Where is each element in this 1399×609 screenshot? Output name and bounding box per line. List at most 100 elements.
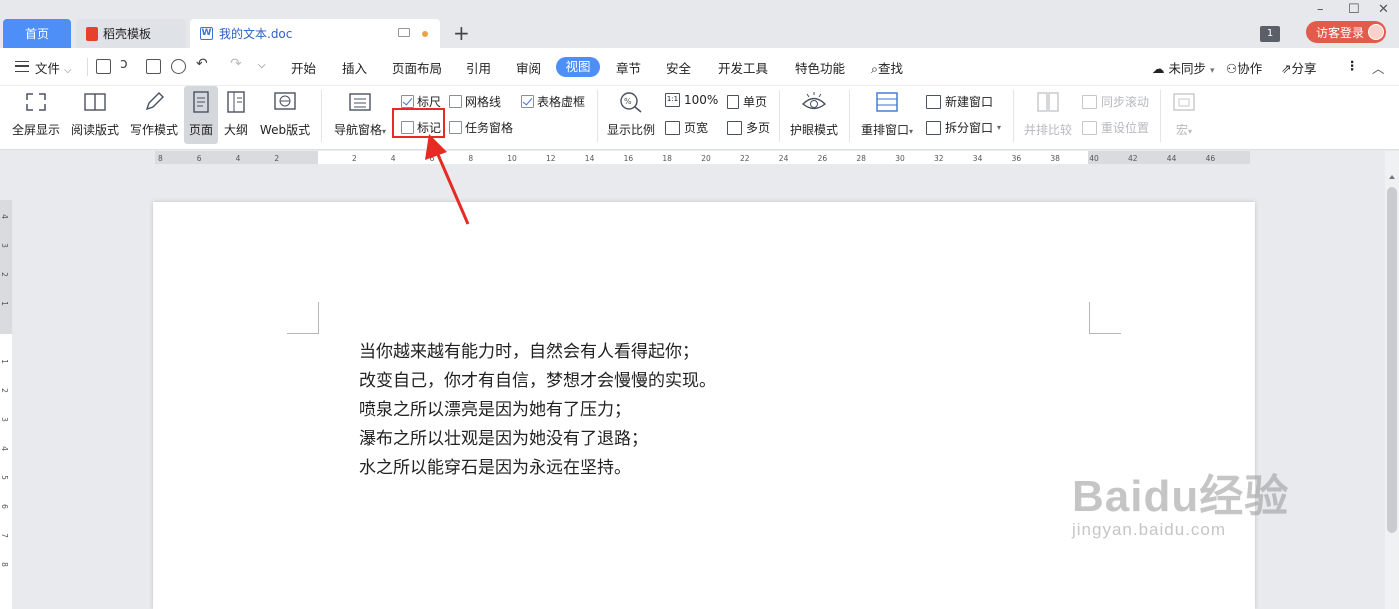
print-icon[interactable] [146,59,161,74]
menu-reference[interactable]: 引用 [466,58,491,77]
sync-status[interactable]: ☁ 未同步 ▾ [1152,58,1215,77]
nav-pane-text: 导航窗格 [333,123,382,137]
task-pane-checkbox[interactable]: 任务窗格 [449,119,513,136]
gridlines-checkbox[interactable]: 网格线 [449,93,501,110]
macro-icon [1172,91,1196,113]
writing-mode-button[interactable]: 写作模式 [128,86,180,144]
rearrange-windows-button[interactable]: 重排窗口▾ [857,86,917,144]
quick-access-dropdown-icon[interactable]: ⌵ [258,60,266,71]
zoom-100-button[interactable]: 1:1 100% [665,93,718,107]
collapse-ribbon-icon[interactable]: ︿ [1372,58,1385,77]
ruler-tick-label: 8 [0,562,9,567]
table-gridlines-check-box[interactable] [521,95,534,108]
menu-insert[interactable]: 插入 [342,58,367,77]
page-width-button[interactable]: 页宽 [665,119,708,136]
document-line[interactable]: 水之所以能穿石是因为永远在坚持。 [359,454,716,483]
monitor-icon[interactable] [398,28,410,37]
menu-review[interactable]: 审阅 [516,58,541,77]
ruler-tick-label: 3 [0,417,9,422]
save-icon[interactable] [96,59,111,74]
menu-security[interactable]: 安全 [666,58,691,77]
tab-daoke-templates[interactable]: 稻壳模板 [76,19,186,48]
maximize-button[interactable]: ☐ [1348,2,1360,17]
collab-label: 协作 [1237,61,1263,76]
minimize-button[interactable]: – [1317,2,1324,17]
ruler-tick-label: 5 [0,475,9,480]
multi-page-label: 多页 [746,121,771,135]
gridlines-label: 网格线 [465,95,502,109]
split-window-button[interactable]: 拆分窗口 ▾ [926,119,1001,136]
redo-icon[interactable]: ↷ [230,56,242,72]
margin-corner-mark [287,302,319,334]
ruler-tick-label: 28 [856,154,866,163]
side-by-side-button[interactable]: 并排比较 [1020,86,1076,144]
ribbon-view: 全屏显示 阅读版式 写作模式 页面 大纲 Web版式 导航窗格▾ 标尺 网格线 … [0,86,1399,150]
nav-pane-icon [348,91,372,113]
web-layout-button[interactable]: Web版式 [256,86,314,144]
vertical-ruler[interactable]: 4 3 2 1 1 2 3 4 5 6 7 8 [0,200,12,609]
divider [1013,90,1014,142]
ruler-tick-label: 8 [468,154,474,163]
document-line[interactable]: 当你越来越有能力时，自然会有人看得起你； [359,338,716,367]
ruler-tick-label: 42 [1128,154,1138,163]
reading-layout-button[interactable]: 阅读版式 [68,86,122,144]
zoom-button[interactable]: % 显示比例 [605,86,657,144]
new-window-label: 新建窗口 [945,95,994,109]
reset-position-button[interactable]: 重设位置 [1082,119,1149,136]
share-button[interactable]: ⇗分享 [1281,58,1317,77]
more-options-icon[interactable]: ⋮ [1346,58,1359,73]
menu-page-layout[interactable]: 页面布局 [392,58,442,77]
menu-start[interactable]: 开始 [291,58,316,77]
vertical-scrollbar[interactable] [1385,151,1399,609]
ruler-check-box[interactable] [401,95,414,108]
menu-chapter[interactable]: 章节 [616,58,641,77]
task-pane-check-box[interactable] [449,121,462,134]
horizontal-ruler[interactable]: 8 6 4 2 2 4 6 8 10 12 14 16 18 20 22 24 26 28 30 32 34 36 38 40… [155,151,1250,164]
macro-button[interactable]: 宏▾ [1168,86,1200,144]
tab-document[interactable]: W 我的文本.doc [190,19,440,48]
guest-login-button[interactable]: 访客登录 [1306,21,1386,43]
scroll-up-arrow-icon[interactable] [1389,175,1395,179]
document-line[interactable]: 瀑布之所以壮观是因为她没有了退路； [359,425,716,454]
format-painter-icon[interactable]: ↄ [120,56,128,72]
ruler-tick-label: 14 [584,154,595,163]
document-page[interactable]: 当你越来越有能力时，自然会有人看得起你； 改变自己，你才有自信，梦想才会慢慢的实… [153,202,1255,609]
outline-button[interactable]: 大纲 [221,86,251,144]
fullscreen-button[interactable]: 全屏显示 [10,86,62,144]
menu-hamburger-icon[interactable] [15,61,29,72]
window-count-badge[interactable]: 1 [1260,26,1280,42]
document-line[interactable]: 改变自己，你才有自信，梦想才会慢慢的实现。 [359,367,716,396]
avatar-icon [1368,24,1385,40]
page-layout-button[interactable]: 页面 [184,86,218,144]
new-window-button[interactable]: 新建窗口 [926,93,993,110]
single-page-icon [727,94,739,109]
menu-features[interactable]: 特色功能 [795,58,845,77]
scroll-thumb[interactable] [1387,187,1397,533]
collaborate-button[interactable]: ⚇协作 [1226,58,1262,77]
divider [849,90,850,142]
close-button[interactable]: ✕ [1378,2,1389,17]
unsaved-dot-icon [422,31,428,37]
document-line[interactable]: 喷泉之所以漂亮是因为她有了压力； [359,396,716,425]
menu-file[interactable]: 文件 ⌵ [35,58,72,77]
single-page-button[interactable]: 单页 [727,93,767,110]
divider [1160,90,1161,142]
gridlines-check-box[interactable] [449,95,462,108]
rearrange-icon [875,91,899,113]
ruler-tick-label: 6 [429,154,435,163]
sync-scroll-button[interactable]: 同步滚动 [1082,93,1149,110]
menu-search[interactable]: ⌕查找 [871,58,903,77]
table-gridlines-checkbox[interactable]: 表格虚框 [521,93,585,110]
multi-page-button[interactable]: 多页 [727,119,770,136]
reading-layout-label: 阅读版式 [70,123,119,137]
document-body[interactable]: 当你越来越有能力时，自然会有人看得起你； 改变自己，你才有自信，梦想才会慢慢的实… [359,338,716,483]
menu-dev-tools[interactable]: 开发工具 [718,58,768,77]
print-preview-icon[interactable] [171,59,186,74]
menu-view[interactable]: 视图 [556,57,600,77]
tab-home[interactable]: 首页 [3,19,71,48]
nav-pane-button[interactable]: 导航窗格▾ [330,86,390,144]
new-tab-button[interactable]: + [453,22,470,44]
undo-icon[interactable]: ↶ [196,56,208,72]
eye-protect-button[interactable]: 护眼模式 [786,86,842,144]
chevron-down-icon: ▾ [382,127,387,136]
